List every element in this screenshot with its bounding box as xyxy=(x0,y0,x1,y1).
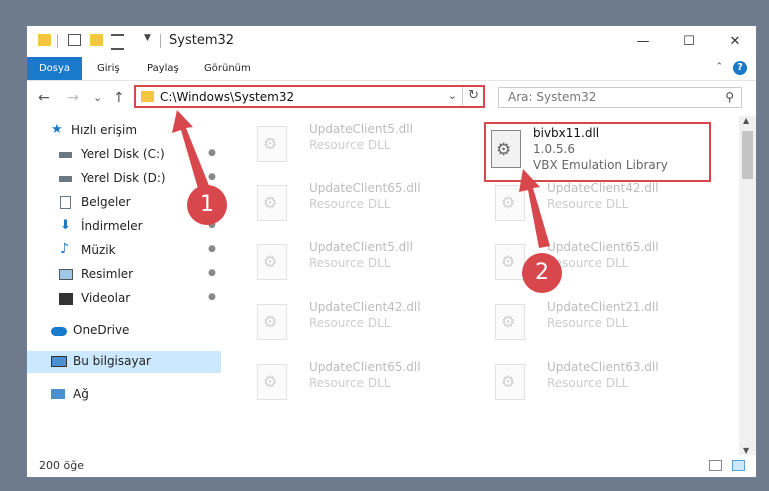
step-marker-2: 2 xyxy=(522,253,562,293)
arrow-2 xyxy=(519,169,550,248)
step-marker-1: 1 xyxy=(187,185,227,225)
annotation-arrows xyxy=(172,110,550,248)
arrow-1 xyxy=(172,110,210,192)
